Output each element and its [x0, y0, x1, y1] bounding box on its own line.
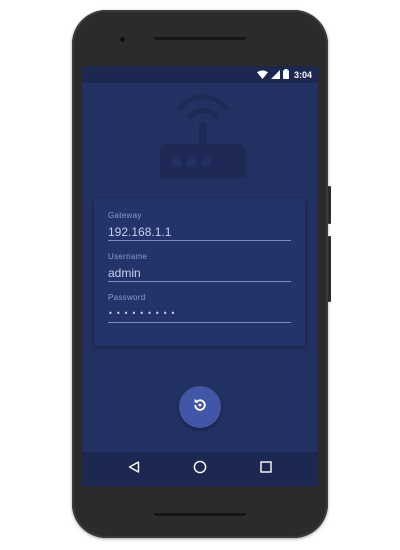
gateway-label: Gateway	[108, 211, 142, 220]
front-camera	[120, 37, 125, 42]
status-bar: 3:04	[82, 66, 318, 83]
password-field: Password	[108, 293, 291, 323]
gateway-input[interactable]	[108, 224, 291, 241]
status-indicators: 3:04	[256, 66, 312, 84]
password-label: Password	[108, 293, 146, 302]
volume-button	[328, 236, 331, 302]
back-button[interactable]	[126, 461, 142, 477]
bottom-speaker	[154, 513, 246, 516]
navigation-bar	[82, 452, 318, 486]
home-button[interactable]	[192, 460, 208, 479]
router-icon	[158, 88, 248, 186]
username-field: Username	[108, 252, 291, 282]
power-button	[328, 186, 331, 224]
gateway-field: Gateway	[108, 211, 291, 241]
back-icon	[128, 460, 140, 478]
recents-icon	[260, 460, 272, 478]
restart-icon	[192, 397, 208, 418]
password-input[interactable]	[108, 306, 291, 323]
recents-button[interactable]	[258, 461, 274, 477]
battery-icon	[282, 66, 289, 84]
home-icon	[193, 460, 207, 479]
app-screen: 3:04 Gateway Username	[82, 66, 318, 486]
username-input[interactable]	[108, 265, 291, 282]
status-time: 3:04	[293, 69, 312, 80]
wifi-icon	[256, 66, 268, 84]
phone-frame: 3:04 Gateway Username	[72, 10, 331, 538]
cellular-signal-icon	[270, 66, 280, 84]
top-speaker	[154, 37, 246, 40]
login-card: Gateway Username Password	[94, 199, 305, 346]
restart-button[interactable]	[179, 386, 221, 428]
username-label: Username	[108, 252, 148, 261]
